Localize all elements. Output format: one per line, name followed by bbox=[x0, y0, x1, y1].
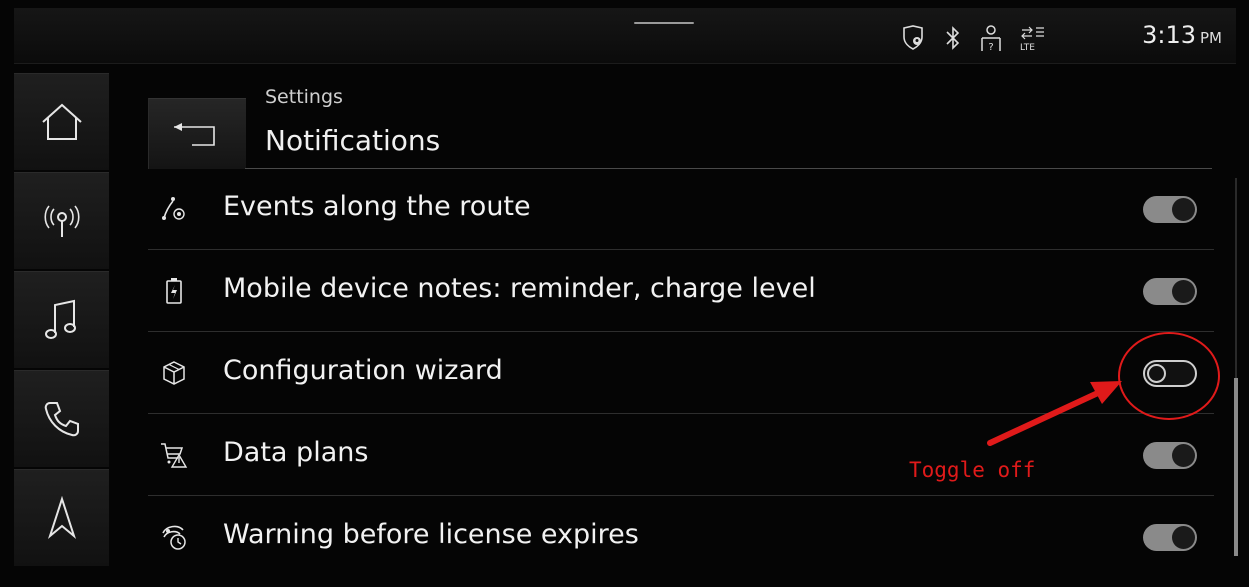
clock-ampm: PM bbox=[1200, 29, 1222, 47]
nav-radio-button[interactable] bbox=[14, 172, 109, 269]
status-bar: ? LTE 3:13 PM bbox=[14, 8, 1236, 64]
toggle-switch[interactable] bbox=[1143, 442, 1197, 469]
radio-icon bbox=[43, 205, 80, 237]
phone-icon bbox=[44, 402, 79, 437]
toggle-switch[interactable] bbox=[1143, 196, 1197, 223]
home-icon bbox=[41, 103, 82, 140]
svg-text:LTE: LTE bbox=[1020, 43, 1035, 52]
item-label: Events along the route bbox=[223, 191, 531, 222]
route-events-icon bbox=[160, 195, 188, 223]
annotation-label: Toggle off bbox=[909, 458, 1036, 482]
toggle-knob bbox=[1147, 364, 1166, 383]
divider bbox=[148, 495, 1214, 496]
page-title: Notifications bbox=[265, 124, 441, 157]
music-icon bbox=[44, 299, 76, 339]
list-item[interactable]: Data plans bbox=[148, 415, 1214, 496]
lte-signal-icon: LTE bbox=[1020, 24, 1046, 52]
side-nav bbox=[14, 73, 109, 568]
bluetooth-icon bbox=[944, 25, 962, 51]
list-item[interactable]: Configuration wizard bbox=[148, 333, 1214, 414]
item-label: Warning before license expires bbox=[223, 519, 639, 550]
toggle-knob bbox=[1172, 198, 1195, 221]
location-shield-icon bbox=[900, 25, 926, 51]
license-clock-icon bbox=[160, 523, 188, 551]
scrollbar-thumb[interactable] bbox=[1234, 378, 1238, 556]
status-icons: ? LTE bbox=[900, 24, 1046, 52]
nav-navigation-button[interactable] bbox=[14, 469, 109, 566]
divider bbox=[148, 249, 1214, 250]
breadcrumb: Settings bbox=[265, 86, 343, 108]
pull-down-handle[interactable] bbox=[634, 22, 694, 24]
nav-home-button[interactable] bbox=[14, 73, 109, 170]
item-label: Mobile device notes: reminder, charge le… bbox=[223, 273, 816, 304]
infotainment-screen: ? LTE 3:13 PM Settings Notifications Eve… bbox=[0, 0, 1249, 587]
list-item[interactable]: Warning before license expires bbox=[148, 497, 1214, 578]
list-item[interactable]: Events along the route bbox=[148, 169, 1214, 250]
cube-icon bbox=[160, 359, 188, 387]
clock-time: 3:13 bbox=[1142, 21, 1196, 49]
back-button[interactable] bbox=[148, 98, 246, 169]
item-label: Configuration wizard bbox=[223, 355, 503, 386]
divider bbox=[148, 331, 1214, 332]
toggle-switch[interactable] bbox=[1143, 278, 1197, 305]
cart-warning-icon bbox=[160, 441, 188, 469]
back-arrow-icon bbox=[173, 123, 215, 146]
user-unknown-icon: ? bbox=[980, 24, 1002, 52]
clock: 3:13 PM bbox=[1142, 21, 1222, 49]
battery-charge-icon bbox=[160, 277, 188, 305]
nav-phone-button[interactable] bbox=[14, 370, 109, 467]
toggle-knob bbox=[1172, 526, 1195, 549]
list-item[interactable]: Mobile device notes: reminder, charge le… bbox=[148, 251, 1214, 332]
divider bbox=[148, 413, 1214, 414]
navigation-icon bbox=[47, 496, 76, 539]
item-label: Data plans bbox=[223, 437, 369, 468]
toggle-switch[interactable] bbox=[1143, 524, 1197, 551]
svg-text:?: ? bbox=[988, 42, 993, 52]
toggle-switch[interactable] bbox=[1143, 360, 1197, 387]
nav-music-button[interactable] bbox=[14, 271, 109, 368]
toggle-knob bbox=[1172, 444, 1195, 467]
toggle-knob bbox=[1172, 280, 1195, 303]
